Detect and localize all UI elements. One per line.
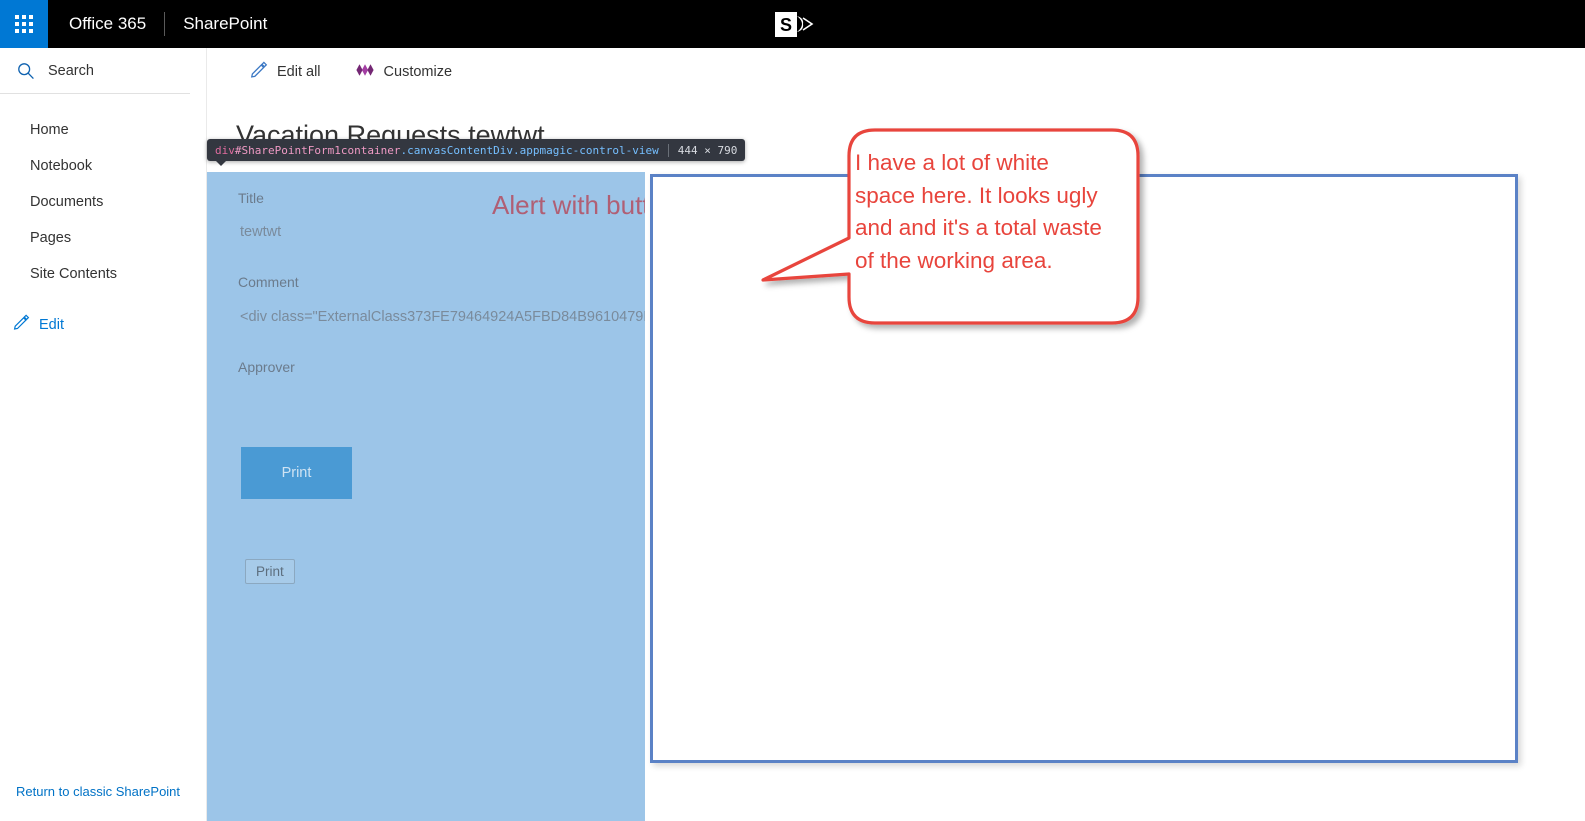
print-primary-button[interactable]: Print	[241, 447, 352, 499]
print-secondary-button[interactable]: Print	[245, 559, 295, 584]
customize-button[interactable]: Customize	[351, 58, 457, 86]
field-label-title: Title	[238, 190, 264, 206]
sidebar-item-edit[interactable]: Edit	[0, 304, 206, 345]
annotation-callout-text: I have a lot of white space here. It loo…	[855, 150, 1109, 273]
powerapps-form-panel: Alert with buttons Title tewtwt Comment …	[207, 172, 645, 821]
search-placeholder-label: Search	[48, 62, 94, 79]
svg-text:S: S	[780, 15, 792, 35]
waffle-grid	[15, 15, 33, 33]
return-to-classic-sharepoint-link[interactable]: Return to classic SharePoint	[16, 784, 180, 799]
sidebar-item-edit-label: Edit	[39, 316, 64, 333]
sidebar-item-notebook[interactable]: Notebook	[0, 148, 206, 184]
alert-with-buttons-title: Alert with buttons	[492, 190, 645, 220]
inspector-classes: .canvasContentDiv.appmagic-control-view	[400, 143, 659, 157]
inspector-id: #SharePointForm1container	[234, 143, 401, 157]
annotation-callout: I have a lot of white space here. It loo…	[760, 122, 1155, 337]
command-bar: Edit all Customize	[207, 48, 1585, 95]
field-value-title[interactable]: tewtwt	[240, 224, 281, 240]
app-launcher-waffle-icon[interactable]	[0, 0, 48, 48]
app-root: Office 365 SharePoint S Search Home Note…	[0, 0, 1585, 821]
customize-label: Customize	[383, 63, 453, 80]
sidebar-item-documents[interactable]: Documents	[0, 184, 206, 220]
sidebar-item-pages[interactable]: Pages	[0, 220, 206, 256]
edit-all-button[interactable]: Edit all	[245, 55, 325, 88]
field-label-approver: Approver	[238, 359, 295, 375]
left-navigation: Search Home Notebook Documents Pages Sit…	[0, 48, 207, 821]
inspector-tag: div	[215, 143, 235, 157]
field-label-comment: Comment	[238, 274, 299, 290]
powerapps-icon	[355, 63, 375, 81]
office365-suite-bar: Office 365 SharePoint S	[0, 0, 1585, 48]
edit-all-label: Edit all	[277, 63, 321, 80]
inspector-dimensions: 444 × 790	[677, 143, 738, 157]
office365-brand-label[interactable]: Office 365	[48, 0, 164, 48]
sidebar-item-home[interactable]: Home	[0, 112, 206, 148]
search-icon	[16, 61, 36, 81]
search-input[interactable]: Search	[0, 48, 190, 94]
sidebar-item-site-contents[interactable]: Site Contents	[0, 256, 206, 292]
nav-list: Home Notebook Documents Pages Site Conte…	[0, 94, 206, 345]
pencil-icon	[12, 313, 30, 336]
sharepoint-app-label[interactable]: SharePoint	[165, 0, 285, 48]
inspector-divider	[667, 143, 669, 157]
pencil-icon	[249, 60, 268, 83]
devtools-element-inspector-tooltip: div #SharePointForm1container .canvasConte…	[207, 139, 746, 166]
field-value-comment[interactable]: <div class="ExternalClass373FE79464924A5…	[240, 309, 645, 325]
